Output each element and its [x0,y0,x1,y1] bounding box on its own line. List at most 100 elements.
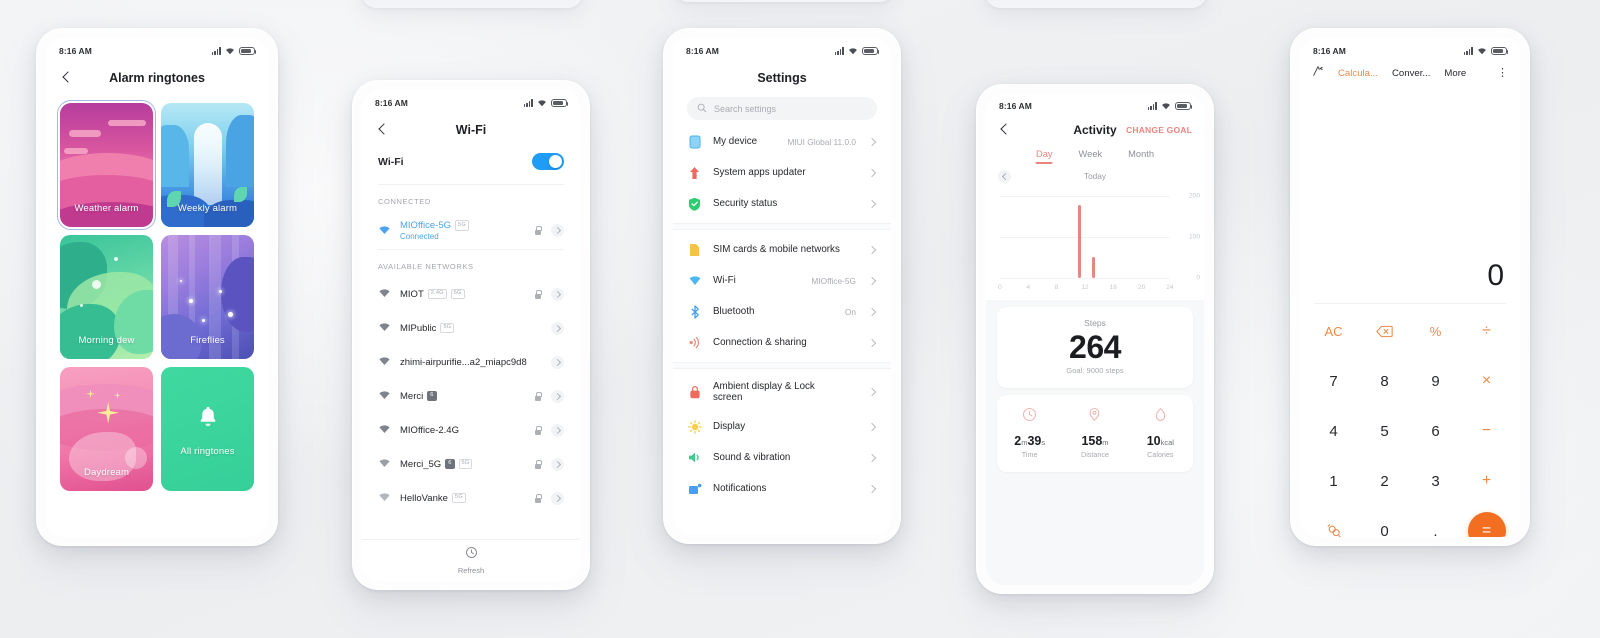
wifi-network-row-connected[interactable]: MIOffice-5G 5G Connected [362,212,580,249]
wifi-network-row[interactable]: HelloVanke 5G [362,481,580,515]
more-vertical-icon[interactable]: ⋮ [1497,67,1508,79]
back-chevron-icon[interactable] [60,70,76,86]
key-two[interactable]: 2 [1359,456,1410,506]
wifi-band-tag: 6 [427,390,437,402]
tab-day[interactable]: Day [1036,149,1053,164]
stat-value-2: 39 [1027,434,1042,449]
settings-row-connection-sharing[interactable]: Connection & sharing [673,327,891,358]
key-multiply[interactable]: × [1461,356,1512,406]
key-one[interactable]: 1 [1308,456,1359,506]
wifi-network-row[interactable]: MIOT 2.4G 5G [362,277,580,311]
ringtone-card-weekly-alarm[interactable]: Weekly alarm [161,103,254,227]
lock-icon [534,289,542,299]
stat-label: Calories [1147,450,1174,460]
settings-row-security-status[interactable]: Security status [673,188,891,219]
y-axis-tick: 200 [1188,192,1200,200]
status-icons [523,98,569,108]
wifi-details-button[interactable] [551,321,564,335]
wifi-details-button[interactable] [551,287,564,301]
x-axis-tick: 24 [1166,284,1174,291]
key-eight[interactable]: 8 [1359,356,1410,406]
ringtone-card-weather-alarm[interactable]: Weather alarm [57,100,156,230]
wifi-ssid: zhimi-airpurifie...a2_miapc9d8 [400,356,527,368]
all-ringtones-artwork [161,367,254,491]
chevron-right-icon [867,137,877,147]
settings-row-bluetooth[interactable]: Bluetooth On [673,296,891,327]
key-five[interactable]: 5 [1359,406,1410,456]
location-pin-icon [1062,407,1127,427]
wifi-network-row[interactable]: MIOffice-2.4G [362,413,580,447]
settings-row-system-apps-updater[interactable]: System apps updater [673,157,891,188]
stat-value: 10 [1146,434,1161,449]
settings-row-sim-cards[interactable]: SIM cards & mobile networks [673,234,891,265]
key-scientific[interactable] [1308,506,1359,537]
key-nine[interactable]: 9 [1410,356,1461,406]
tab-month[interactable]: Month [1128,149,1154,164]
x-axis-tick: 16 [1109,284,1117,291]
key-four[interactable]: 4 [1308,406,1359,456]
wifi-details-button[interactable] [551,491,564,505]
updater-arrow-icon [687,165,702,180]
sim-card-icon [687,242,702,257]
wifi-network-row[interactable]: Merci_5G 6 5G [362,447,580,481]
wifi-details-button[interactable] [551,355,564,369]
tab-more[interactable]: More [1444,68,1466,79]
back-chevron-icon[interactable] [376,122,392,138]
tab-converter[interactable]: Conver... [1392,68,1430,79]
key-backspace[interactable] [1359,306,1410,356]
navbar: Wi-Fi [362,113,580,147]
status-icons [1147,101,1193,111]
wifi-details-button[interactable] [551,457,564,471]
scientific-mode-icon[interactable] [1312,64,1324,82]
wifi-network-row[interactable]: Merci 6 [362,379,580,413]
stat-distance: 158m Distance [1062,407,1127,459]
settings-row-notifications[interactable]: Notifications [673,473,891,504]
wifi-details-button[interactable] [551,389,564,403]
wifi-master-toggle-row[interactable]: Wi-Fi [362,147,580,184]
key-percent[interactable]: % [1410,306,1461,356]
wifi-ssid: Merci [400,390,424,402]
key-divide[interactable]: ÷ [1461,306,1512,356]
ringtone-card-fireflies[interactable]: Fireflies [161,235,254,359]
wallpaper-showcase: 8:16 AM Alarm ringtones Weather alarm We… [0,0,1600,638]
key-decimal[interactable]: . [1410,506,1461,538]
tab-calculator[interactable]: Calcula... [1338,68,1378,79]
settings-label: Ambient display & Lock screen [713,381,815,403]
ringtone-card-morning-dew[interactable]: Morning dew [60,235,153,359]
search-input[interactable]: Search settings [687,97,877,120]
key-three[interactable]: 3 [1410,456,1461,506]
wifi-network-row[interactable]: zhimi-airpurifie...a2_miapc9d8 [362,345,580,379]
ringtone-label: Fireflies [190,335,225,346]
navbar: Settings [673,61,891,95]
settings-row-my-device[interactable]: My device MIUI Global 11.0.0 [673,126,891,157]
change-goal-button[interactable]: CHANGE GOAL [1126,125,1192,135]
tab-week[interactable]: Week [1079,149,1103,164]
bell-icon [197,405,219,434]
settings-row-ambient-display[interactable]: Ambient display & Lock screen [673,373,891,411]
settings-row-wifi[interactable]: Wi-Fi MIOffice-5G [673,265,891,296]
ringtone-card-daydream[interactable]: Daydream [60,367,153,491]
key-all-clear[interactable]: AC [1308,306,1359,356]
key-seven[interactable]: 7 [1308,356,1359,406]
x-axis-tick: 8 [1054,284,1059,291]
key-zero[interactable]: 0 [1359,506,1410,538]
wifi-network-info: MIOT 2.4G 5G [400,289,525,300]
wifi-toggle-switch[interactable] [532,153,564,170]
key-equals[interactable]: = [1461,506,1512,537]
wifi-network-info: Merci 6 [400,391,525,402]
wifi-details-button[interactable] [551,224,564,237]
key-plus[interactable]: + [1461,456,1512,506]
steps-card: Steps 264 Goal: 9000 steps [997,307,1193,389]
refresh-button[interactable]: Refresh [362,539,580,581]
settings-row-sound-vibration[interactable]: Sound & vibration [673,442,891,473]
status-icons [834,46,880,56]
ringtone-card-all-ringtones[interactable]: All ringtones [161,367,254,491]
wifi-network-row[interactable]: MIPublic 5G [362,311,580,345]
steps-goal: Goal: 9000 steps [1066,366,1124,376]
wifi-details-button[interactable] [551,423,564,437]
settings-row-display[interactable]: Display [673,411,891,442]
key-minus[interactable]: − [1461,406,1512,456]
key-six[interactable]: 6 [1410,406,1461,456]
signal-icon [834,47,844,55]
back-chevron-icon[interactable] [998,122,1014,138]
